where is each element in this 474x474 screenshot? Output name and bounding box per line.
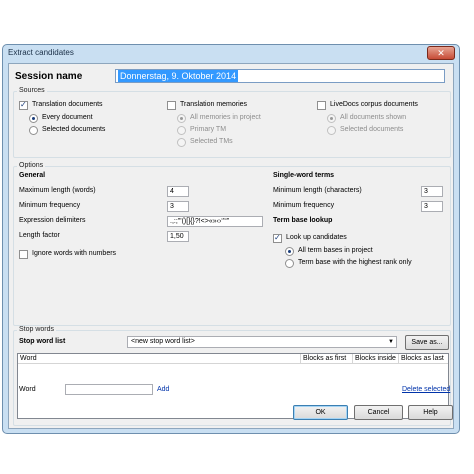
column-blocks-as-first[interactable]: Blocks as first <box>300 354 348 364</box>
ok-button[interactable]: OK <box>293 405 348 420</box>
dialog-body: Session name Donnerstag, 9. Oktober 2014… <box>8 63 454 429</box>
session-name-value: Donnerstag, 9. Oktober 2014 <box>118 70 239 82</box>
single-word-heading: Single-word terms <box>273 172 335 179</box>
livedocs-checkbox[interactable] <box>317 101 326 110</box>
ignore-numbers-label: Ignore words with numbers <box>32 250 117 257</box>
max-length-input[interactable]: 4 <box>167 186 189 197</box>
every-document-radio[interactable] <box>29 114 38 123</box>
selected-tms-radio[interactable] <box>177 138 186 147</box>
min-length-label: Minimum length (characters) <box>273 187 362 194</box>
general-heading: General <box>19 172 46 179</box>
stop-words-group-label: Stop words <box>17 326 57 333</box>
single-min-frequency-label: Minimum frequency <box>273 202 335 209</box>
highest-rank-radio[interactable] <box>285 259 294 268</box>
stop-word-list-label: Stop word list <box>19 338 66 345</box>
cancel-button[interactable]: Cancel <box>354 405 403 420</box>
max-length-label: Maximum length (words) <box>19 187 96 194</box>
all-term-bases-label: All term bases in project <box>298 247 373 254</box>
primary-tm-radio[interactable] <box>177 126 186 135</box>
min-frequency-label: Minimum frequency <box>19 202 81 209</box>
help-button[interactable]: Help <box>408 405 453 420</box>
every-document-label: Every document <box>42 114 93 121</box>
add-link[interactable]: Add <box>157 386 169 393</box>
translation-memories-checkbox[interactable] <box>167 101 176 110</box>
term-base-heading: Term base lookup <box>273 217 333 224</box>
sources-group-label: Sources <box>17 87 47 94</box>
stop-word-list-dropdown[interactable]: <new stop word list> ▼ <box>127 336 397 348</box>
all-documents-shown-label: All documents shown <box>340 114 407 121</box>
title-bar[interactable]: Extract candidates ✕ <box>3 45 459 63</box>
min-length-input[interactable]: 3 <box>421 186 443 197</box>
word-label: Word <box>19 386 36 393</box>
stop-word-table-header: Word Blocks as first Blocks inside Block… <box>18 354 448 364</box>
single-min-frequency-input[interactable]: 3 <box>421 201 443 212</box>
column-word[interactable]: Word <box>18 354 39 364</box>
highest-rank-label: Term base with the highest rank only <box>298 259 412 266</box>
min-frequency-input[interactable]: 3 <box>167 201 189 212</box>
all-documents-shown-radio[interactable] <box>327 114 336 123</box>
word-input[interactable] <box>65 384 153 395</box>
length-factor-label: Length factor <box>19 232 60 239</box>
all-term-bases-radio[interactable] <box>285 247 294 256</box>
chevron-down-icon: ▼ <box>388 339 394 345</box>
selected-documents-label: Selected documents <box>42 126 106 133</box>
selected-documents-radio[interactable] <box>29 126 38 135</box>
dialog-title: Extract candidates <box>8 48 74 57</box>
ignore-numbers-checkbox[interactable] <box>19 250 28 259</box>
livedocs-selected-documents-label: Selected documents <box>340 126 404 133</box>
expression-delimiters-input[interactable]: .,:;"'()[]{}?!<>«»‹›‘’“” <box>167 216 263 227</box>
look-up-candidates-label: Look up candidates <box>286 234 347 241</box>
column-blocks-as-last[interactable]: Blocks as last <box>398 354 446 364</box>
translation-memories-label: Translation memories <box>180 101 248 108</box>
livedocs-selected-documents-radio[interactable] <box>327 126 336 135</box>
delete-selected-link[interactable]: Delete selected <box>402 386 450 393</box>
session-name-label: Session name <box>15 71 83 82</box>
primary-tm-label: Primary TM <box>190 126 227 133</box>
livedocs-label: LiveDocs corpus documents <box>330 101 418 108</box>
look-up-candidates-checkbox[interactable] <box>273 233 282 243</box>
length-factor-input[interactable]: 1,50 <box>167 231 189 242</box>
stop-word-list-value: <new stop word list> <box>131 338 195 345</box>
translation-documents-label: Translation documents <box>32 101 103 108</box>
expression-delimiters-label: Expression delimiters <box>19 217 86 224</box>
close-button[interactable]: ✕ <box>427 46 455 60</box>
all-memories-label: All memories in project <box>190 114 261 121</box>
all-memories-radio[interactable] <box>177 114 186 123</box>
selected-tms-label: Selected TMs <box>190 138 233 145</box>
options-group-label: Options <box>17 162 46 169</box>
translation-documents-checkbox[interactable] <box>19 100 28 110</box>
extract-candidates-dialog: Extract candidates ✕ Session name Donner… <box>2 44 460 434</box>
session-name-input[interactable]: Donnerstag, 9. Oktober 2014 <box>115 69 445 83</box>
column-blocks-inside[interactable]: Blocks inside <box>352 354 398 364</box>
save-as-button[interactable]: Save as... <box>405 335 449 350</box>
